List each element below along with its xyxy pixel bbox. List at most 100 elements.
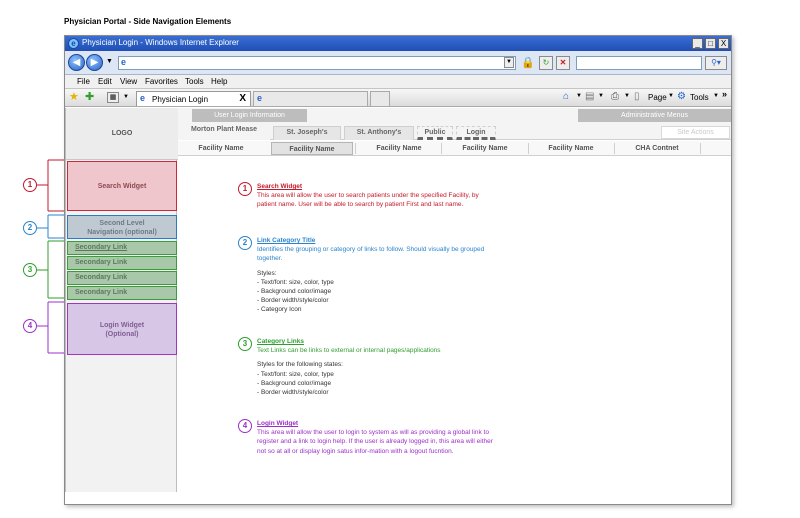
more-commands-icon[interactable]: » (722, 89, 727, 99)
callout-4: 4 (23, 319, 37, 333)
facility-row: Facility Name Facility Name Facility Nam… (178, 141, 731, 156)
description-styles: Styles: - Text/font: size, color, type -… (257, 269, 334, 314)
second-level-nav-line-2: Navigation (optional) (87, 229, 157, 236)
page-menu-icon: ▯ (634, 91, 640, 102)
home-dropdown-icon[interactable]: ▼ (576, 93, 582, 99)
search-input[interactable] (576, 56, 702, 70)
print-icon[interactable]: ⎙ (611, 91, 619, 102)
tools-menu-dropdown-icon[interactable]: ▼ (713, 93, 719, 99)
secondary-link[interactable]: Secondary Link (67, 256, 177, 270)
tab-public[interactable]: Public (417, 126, 453, 140)
description-title: Category Links (257, 338, 304, 345)
description-body: Identifies the grouping or category of l… (257, 246, 485, 263)
search-widget[interactable]: Search Widget (67, 161, 177, 211)
back-icon[interactable]: ◀ (68, 54, 85, 71)
tab-list-dropdown-icon[interactable]: ▼ (123, 94, 129, 100)
page-icon: e (257, 93, 263, 103)
description-category-links: Category Links Text Links can be links t… (257, 337, 497, 397)
page-icon: e (121, 57, 127, 67)
quick-tabs-icon[interactable]: ▦ (107, 92, 119, 103)
description-number-1: 1 (238, 182, 252, 196)
tools-menu-button[interactable]: Tools (690, 93, 709, 102)
minimize-button[interactable]: _ (692, 38, 703, 49)
divider (355, 143, 356, 154)
favorites-star-icon[interactable]: ★ (69, 92, 79, 103)
second-level-navigation[interactable]: Second Level Navigation (optional) (67, 215, 177, 239)
menu-file[interactable]: File (77, 77, 90, 86)
url-dropdown-icon[interactable]: ▼ (504, 57, 514, 68)
tab-physician-login[interactable]: e Physician Login X (136, 91, 251, 106)
print-dropdown-icon[interactable]: ▼ (624, 93, 630, 99)
tab-new[interactable]: e (253, 91, 368, 106)
description-login-widget: Login Widget This area will allow the us… (257, 419, 497, 456)
secondary-link[interactable]: Secondary Link (67, 286, 177, 300)
facility-cha-content[interactable]: CHA Contnet (616, 142, 698, 155)
page-icon: e (140, 93, 146, 103)
description-title: Link Category Title (257, 237, 316, 244)
tab-close-icon[interactable]: X (239, 93, 246, 104)
site-actions-button[interactable]: Site Actions (661, 126, 730, 139)
site-tabs-row: Morton Plant Mease St. Joseph's St. Anth… (178, 122, 731, 140)
address-bar: ◀ ▶ ▼ e ▼ 🔒 ↻ ✕ ⚲▾ (65, 51, 731, 75)
lock-icon: 🔒 (521, 57, 535, 69)
description-body: This area will allow the user to login t… (257, 429, 493, 455)
callout-2: 2 (23, 221, 37, 235)
title-bar: e Physician Login - Windows Internet Exp… (65, 36, 731, 51)
secondary-link[interactable]: Secondary Link (67, 241, 177, 255)
facility-name[interactable]: Facility Name (358, 142, 440, 155)
feeds-icon[interactable]: ▤ (585, 91, 594, 102)
description-title: Search Widget (257, 183, 303, 190)
maximize-button[interactable]: □ (705, 38, 716, 49)
add-favorites-icon[interactable]: ✚ (85, 92, 94, 103)
administrative-menus[interactable]: Administrative Menus (578, 109, 731, 122)
login-widget-line-2: (Optional) (105, 331, 139, 338)
tab-blank[interactable] (370, 91, 390, 106)
callout-3: 3 (23, 263, 37, 277)
tab-morton-plant-mease[interactable]: Morton Plant Mease (178, 122, 270, 140)
tools-gear-icon: ⚙ (677, 91, 686, 102)
description-body: This area will allow the user to search … (257, 192, 479, 209)
callout-1: 1 (23, 178, 37, 192)
facility-name-selected[interactable]: Facility Name (271, 142, 353, 155)
page-menu-dropdown-icon[interactable]: ▼ (668, 93, 674, 99)
description-body: Text Links can be links to external or i… (257, 347, 441, 355)
facility-name[interactable]: Facility Name (444, 142, 526, 155)
menu-favorites[interactable]: Favorites (145, 77, 178, 86)
ie-logo-icon: e (68, 38, 79, 49)
login-widget[interactable]: Login Widget (Optional) (67, 303, 177, 355)
user-login-information[interactable]: User Login Information (192, 109, 307, 122)
description-number-3: 3 (238, 337, 252, 351)
window-title: Physician Login - Windows Internet Explo… (82, 38, 239, 47)
logo: LOGO (66, 108, 178, 160)
menu-view[interactable]: View (120, 77, 137, 86)
description-number-4: 4 (238, 419, 252, 433)
secondary-link[interactable]: Secondary Link (67, 271, 177, 285)
tab-st-anthonys[interactable]: St. Anthony's (344, 126, 414, 140)
tab-bar: ★ ✚ ▦ ▼ e Physician Login X e ⌂ ▼ ▤ ▼ ⎙ … (65, 89, 731, 107)
description-styles: Styles for the following states: - Text/… (257, 361, 343, 397)
description-title: Login Widget (257, 420, 299, 427)
menu-tools[interactable]: Tools (185, 77, 204, 86)
history-dropdown-icon[interactable]: ▼ (106, 58, 113, 65)
feeds-dropdown-icon[interactable]: ▼ (598, 93, 604, 99)
facility-name[interactable]: Facility Name (186, 142, 256, 155)
menu-bar: File Edit View Favorites Tools Help (65, 75, 731, 89)
search-icon[interactable]: ⚲▾ (705, 56, 727, 70)
tab-login[interactable]: Login (456, 126, 496, 140)
description-search-widget: Search Widget This area will allow the u… (257, 182, 497, 210)
url-input[interactable]: e (118, 56, 516, 70)
forward-icon[interactable]: ▶ (86, 54, 103, 71)
home-icon[interactable]: ⌂ (563, 91, 569, 102)
refresh-icon[interactable]: ↻ (539, 56, 553, 70)
divider (528, 143, 529, 154)
page-menu-button[interactable]: Page (648, 93, 667, 102)
tab-st-josephs[interactable]: St. Joseph's (273, 126, 341, 140)
description-number-2: 2 (238, 236, 252, 250)
menu-edit[interactable]: Edit (98, 77, 112, 86)
close-button[interactable]: X (718, 38, 729, 49)
stop-icon[interactable]: ✕ (556, 56, 570, 70)
facility-name[interactable]: Facility Name (530, 142, 612, 155)
login-widget-line-1: Login Widget (99, 322, 145, 329)
menu-help[interactable]: Help (211, 77, 227, 86)
divider (441, 143, 442, 154)
